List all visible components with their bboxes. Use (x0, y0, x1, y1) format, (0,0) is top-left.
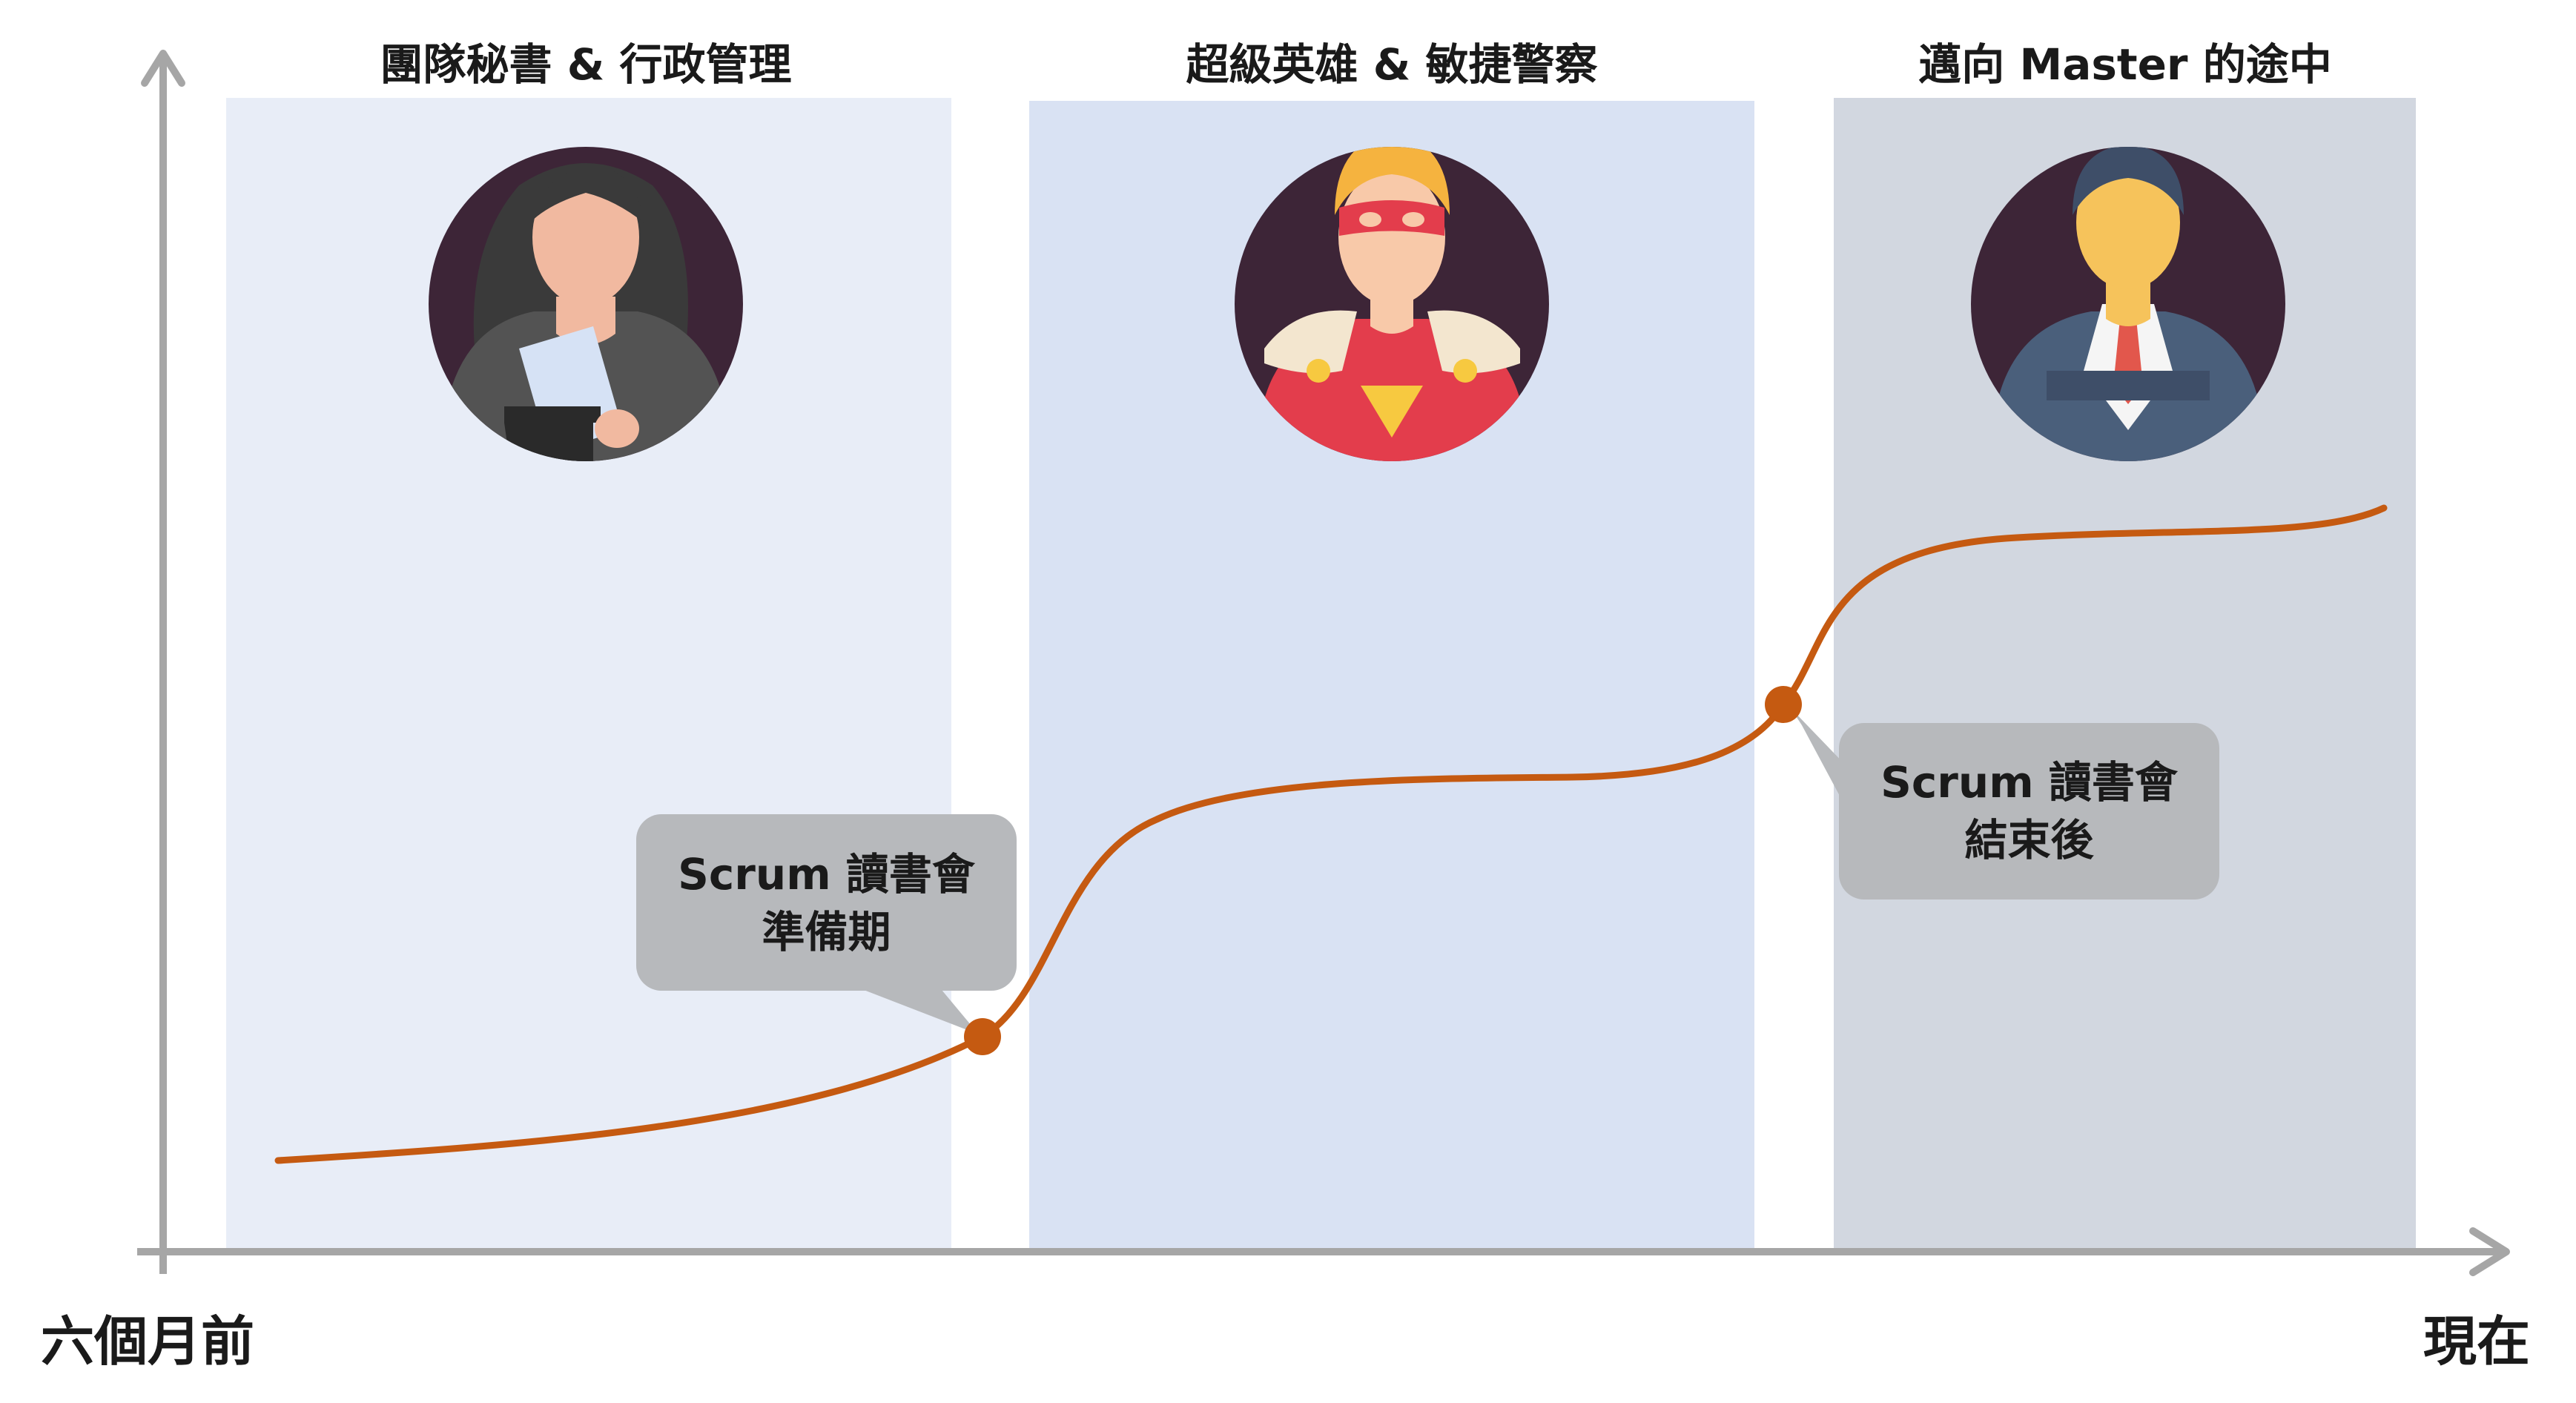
milestone-2-text: Scrum 讀書會 結束後 (1839, 753, 2219, 869)
milestone-2-line2: 結束後 (1964, 815, 2094, 865)
milestone-dot-1 (964, 1018, 1001, 1055)
y-axis (141, 50, 185, 1274)
phase-title-1: 團隊秘書 & 行政管理 (380, 39, 792, 90)
phase-title-2: 超級英雄 & 敏捷警察 (1186, 39, 1598, 90)
x-axis-start-label: 六個月前 (41, 1310, 255, 1373)
phase-title-3: 邁向 Master 的途中 (1918, 39, 2332, 90)
milestone-2-line1: Scrum 讀書會 (1880, 757, 2178, 808)
growth-timeline-diagram: 團隊秘書 & 行政管理 超級英雄 & 敏捷警察 邁向 Master 的途中 六個… (0, 0, 2576, 1403)
milestone-dot-2 (1765, 686, 1802, 723)
milestone-1-line2: 準備期 (762, 907, 891, 957)
milestone-1-line1: Scrum 讀書會 (678, 849, 975, 899)
x-axis-end-label: 現在 (2423, 1310, 2531, 1373)
milestone-1-text: Scrum 讀書會 準備期 (636, 845, 1017, 961)
